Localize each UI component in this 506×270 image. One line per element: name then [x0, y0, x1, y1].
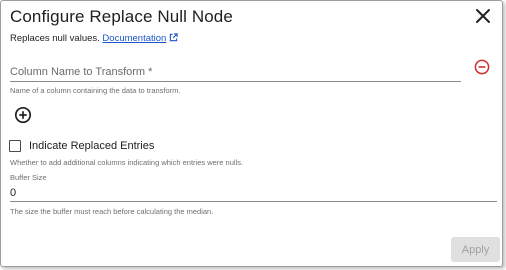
column-name-field[interactable]	[10, 57, 461, 83]
configure-dialog: Configure Replace Null Node Replaces nul…	[0, 0, 503, 267]
indicate-replaced-row[interactable]: Indicate Replaced Entries	[9, 140, 154, 152]
indicate-replaced-label[interactable]: Indicate Replaced Entries	[29, 140, 154, 152]
indicate-replaced-hint: Whether to add additional columns indica…	[10, 158, 244, 167]
column-name-input[interactable]	[10, 57, 461, 83]
buffer-size-field[interactable]	[10, 182, 497, 202]
buffer-size-input[interactable]	[10, 182, 497, 202]
close-icon[interactable]	[474, 7, 492, 25]
documentation-link[interactable]: Documentation	[102, 33, 166, 44]
apply-button[interactable]: Apply	[451, 237, 500, 262]
dialog-title: Configure Replace Null Node	[10, 7, 233, 26]
add-circle-icon[interactable]	[14, 106, 32, 124]
description-text: Replaces null values.	[10, 33, 100, 44]
remove-circle-icon[interactable]	[474, 59, 490, 75]
indicate-replaced-checkbox[interactable]	[9, 140, 21, 152]
external-link-icon[interactable]	[169, 33, 178, 42]
buffer-size-label: Buffer Size	[10, 173, 47, 182]
buffer-size-hint: The size the buffer must reach before ca…	[10, 207, 214, 216]
dialog-description: Replaces null values. Documentation	[10, 33, 178, 44]
column-name-hint: Name of a column containing the data to …	[10, 86, 181, 95]
